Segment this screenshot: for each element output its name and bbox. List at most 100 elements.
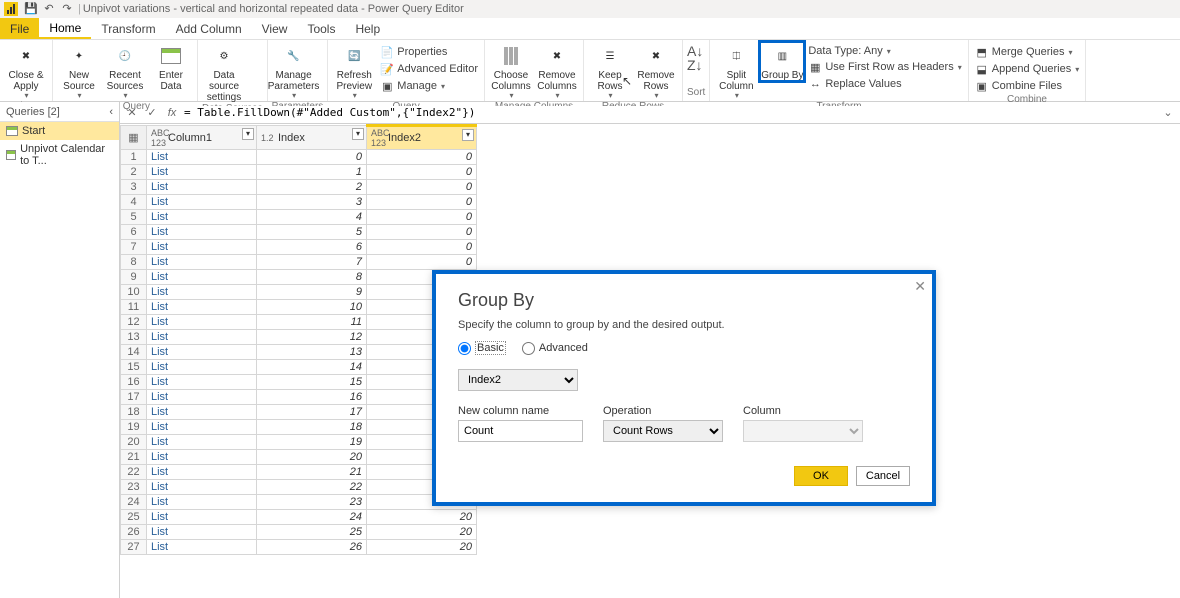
cell-index[interactable]: 23 xyxy=(257,495,367,510)
cell-index2[interactable]: 20 xyxy=(367,540,477,555)
cell-column1[interactable]: List xyxy=(147,540,257,555)
ok-button[interactable]: OK xyxy=(794,466,848,486)
cell-column1[interactable]: List xyxy=(147,375,257,390)
cell-column1[interactable]: List xyxy=(147,285,257,300)
new-column-input[interactable] xyxy=(458,420,583,442)
formula-input[interactable] xyxy=(184,106,1156,119)
cell-index[interactable]: 25 xyxy=(257,525,367,540)
table-row[interactable]: 8List70 xyxy=(121,255,477,270)
cell-index[interactable]: 15 xyxy=(257,375,367,390)
cell-column1[interactable]: List xyxy=(147,405,257,420)
row-number[interactable]: 20 xyxy=(121,435,147,450)
table-row[interactable]: 26List2520 xyxy=(121,525,477,540)
table-row[interactable]: 22List2120 xyxy=(121,465,477,480)
cell-column1[interactable]: List xyxy=(147,150,257,165)
table-row[interactable]: 21List2020 xyxy=(121,450,477,465)
cell-index[interactable]: 13 xyxy=(257,345,367,360)
tab-help[interactable]: Help xyxy=(345,18,390,39)
table-row[interactable]: 5List40 xyxy=(121,210,477,225)
close-apply-button[interactable]: ✖Close & Apply xyxy=(4,42,48,101)
tab-file[interactable]: File xyxy=(0,18,39,39)
corner-cell[interactable]: ▦ xyxy=(121,126,147,150)
cell-column1[interactable]: List xyxy=(147,465,257,480)
cell-column1[interactable]: List xyxy=(147,360,257,375)
cell-column1[interactable]: List xyxy=(147,480,257,495)
table-row[interactable]: 12List1110 xyxy=(121,315,477,330)
table-row[interactable]: 13List1210 xyxy=(121,330,477,345)
manage-button[interactable]: ▣Manage xyxy=(378,78,480,94)
cancel-button[interactable]: Cancel xyxy=(856,466,910,486)
row-number[interactable]: 19 xyxy=(121,420,147,435)
table-row[interactable]: 3List20 xyxy=(121,180,477,195)
formula-expand-icon[interactable]: ⌄ xyxy=(1160,106,1176,119)
table-row[interactable]: 23List2220 xyxy=(121,480,477,495)
table-row[interactable]: 18List1710 xyxy=(121,405,477,420)
table-row[interactable]: 11List1010 xyxy=(121,300,477,315)
table-row[interactable]: 20List1910 xyxy=(121,435,477,450)
cell-index2[interactable]: 0 xyxy=(367,255,477,270)
table-row[interactable]: 7List60 xyxy=(121,240,477,255)
row-number[interactable]: 1 xyxy=(121,150,147,165)
row-number[interactable]: 21 xyxy=(121,450,147,465)
row-number[interactable]: 6 xyxy=(121,225,147,240)
row-number[interactable]: 3 xyxy=(121,180,147,195)
merge-queries-button[interactable]: ⬒Merge Queries xyxy=(973,44,1082,60)
table-row[interactable]: 2List10 xyxy=(121,165,477,180)
cell-column1[interactable]: List xyxy=(147,450,257,465)
table-row[interactable]: 24List2320 xyxy=(121,495,477,510)
cell-column1[interactable]: List xyxy=(147,315,257,330)
formula-accept-icon[interactable]: ✓ xyxy=(144,106,160,119)
split-column-button[interactable]: ⎅Split Column xyxy=(714,42,758,101)
row-number[interactable]: 10 xyxy=(121,285,147,300)
recent-sources-button[interactable]: 🕘Recent Sources xyxy=(103,42,147,101)
cell-index2[interactable]: 20 xyxy=(367,525,477,540)
tab-transform[interactable]: Transform xyxy=(91,18,165,39)
row-number[interactable]: 14 xyxy=(121,345,147,360)
append-queries-button[interactable]: ⬓Append Queries xyxy=(973,61,1082,77)
tab-home[interactable]: Home xyxy=(39,18,91,39)
query-item-unpivot[interactable]: Unpivot Calendar to T... xyxy=(0,140,119,170)
replace-values-button[interactable]: ↔Replace Values xyxy=(806,76,963,92)
first-row-headers-button[interactable]: ▦Use First Row as Headers xyxy=(806,59,963,75)
cell-index[interactable]: 5 xyxy=(257,225,367,240)
cell-index[interactable]: 19 xyxy=(257,435,367,450)
cell-index[interactable]: 9 xyxy=(257,285,367,300)
cell-index2[interactable]: 0 xyxy=(367,210,477,225)
table-row[interactable]: 14List1310 xyxy=(121,345,477,360)
cell-column1[interactable]: List xyxy=(147,525,257,540)
cell-index[interactable]: 18 xyxy=(257,420,367,435)
column-header-index2[interactable]: ABC123Index2▾ xyxy=(367,126,477,150)
data-grid[interactable]: ▦ ABC123Column1▾ 1.2Index▾ ABC123Index2▾… xyxy=(120,124,477,555)
tab-view[interactable]: View xyxy=(252,18,298,39)
cell-index2[interactable]: 20 xyxy=(367,510,477,525)
collapse-icon[interactable]: ‹ xyxy=(109,106,113,118)
row-number[interactable]: 5 xyxy=(121,210,147,225)
enter-data-button[interactable]: Enter Data xyxy=(149,42,193,92)
cell-index[interactable]: 20 xyxy=(257,450,367,465)
column-header-index[interactable]: 1.2Index▾ xyxy=(257,126,367,150)
cell-column1[interactable]: List xyxy=(147,495,257,510)
cell-index2[interactable]: 0 xyxy=(367,225,477,240)
cell-index2[interactable]: 0 xyxy=(367,240,477,255)
cell-index[interactable]: 4 xyxy=(257,210,367,225)
new-source-button[interactable]: ✦New Source xyxy=(57,42,101,101)
cell-column1[interactable]: List xyxy=(147,210,257,225)
row-number[interactable]: 2 xyxy=(121,165,147,180)
table-row[interactable]: 10List90 xyxy=(121,285,477,300)
row-number[interactable]: 9 xyxy=(121,270,147,285)
cell-column1[interactable]: List xyxy=(147,345,257,360)
table-row[interactable]: 9List80 xyxy=(121,270,477,285)
table-row[interactable]: 15List1410 xyxy=(121,360,477,375)
row-number[interactable]: 8 xyxy=(121,255,147,270)
undo-icon[interactable]: ↶ xyxy=(42,2,56,16)
row-number[interactable]: 16 xyxy=(121,375,147,390)
table-row[interactable]: 17List1610 xyxy=(121,390,477,405)
cell-index[interactable]: 22 xyxy=(257,480,367,495)
cell-column1[interactable]: List xyxy=(147,510,257,525)
operation-select[interactable]: Count Rows xyxy=(603,420,723,442)
data-type-button[interactable]: Data Type: Any xyxy=(806,44,963,58)
row-number[interactable]: 22 xyxy=(121,465,147,480)
cell-column1[interactable]: List xyxy=(147,420,257,435)
filter-dropdown-icon[interactable]: ▾ xyxy=(242,128,254,140)
cell-index[interactable]: 2 xyxy=(257,180,367,195)
